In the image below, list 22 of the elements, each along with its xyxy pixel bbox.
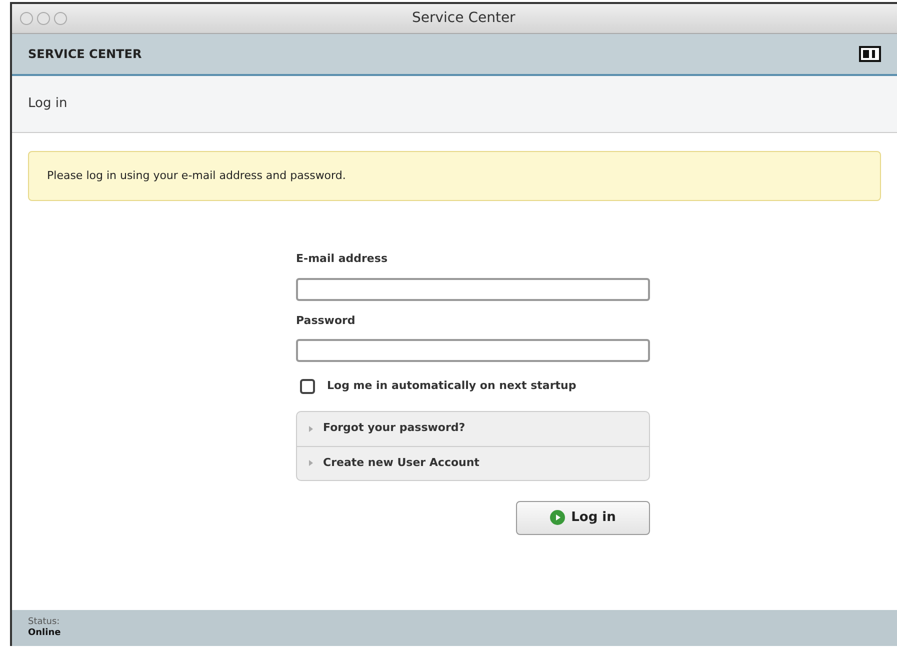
checkbox[interactable]: [300, 378, 315, 394]
header-title: SERVICE CENTER: [28, 46, 142, 63]
status-value: Online: [28, 628, 62, 639]
page-title: Log in: [28, 95, 68, 114]
notice-message: Please log in using your e-mail address and password.: [28, 151, 881, 201]
password-field[interactable]: [296, 339, 650, 362]
field-label: Password: [296, 312, 356, 328]
caret-icon: [309, 426, 313, 432]
checkbox-label: Log me in automatically on next startup: [327, 378, 576, 394]
link[interactable]: Forgot your password?: [323, 420, 466, 437]
logo-icon: [859, 46, 881, 62]
window-control-icon[interactable]: [37, 12, 50, 25]
status-label: Status:: [28, 617, 61, 628]
window-control-icon[interactable]: [54, 12, 67, 25]
field-label: E-mail address: [296, 251, 388, 267]
caret-icon: [309, 460, 313, 466]
play-icon: [550, 510, 566, 525]
login-button[interactable]: Log in: [516, 500, 650, 534]
window-title: Service Center: [412, 9, 516, 28]
window-control-icon[interactable]: [20, 12, 33, 25]
email-field[interactable]: [296, 278, 650, 300]
link[interactable]: Create new User Account: [323, 454, 480, 472]
